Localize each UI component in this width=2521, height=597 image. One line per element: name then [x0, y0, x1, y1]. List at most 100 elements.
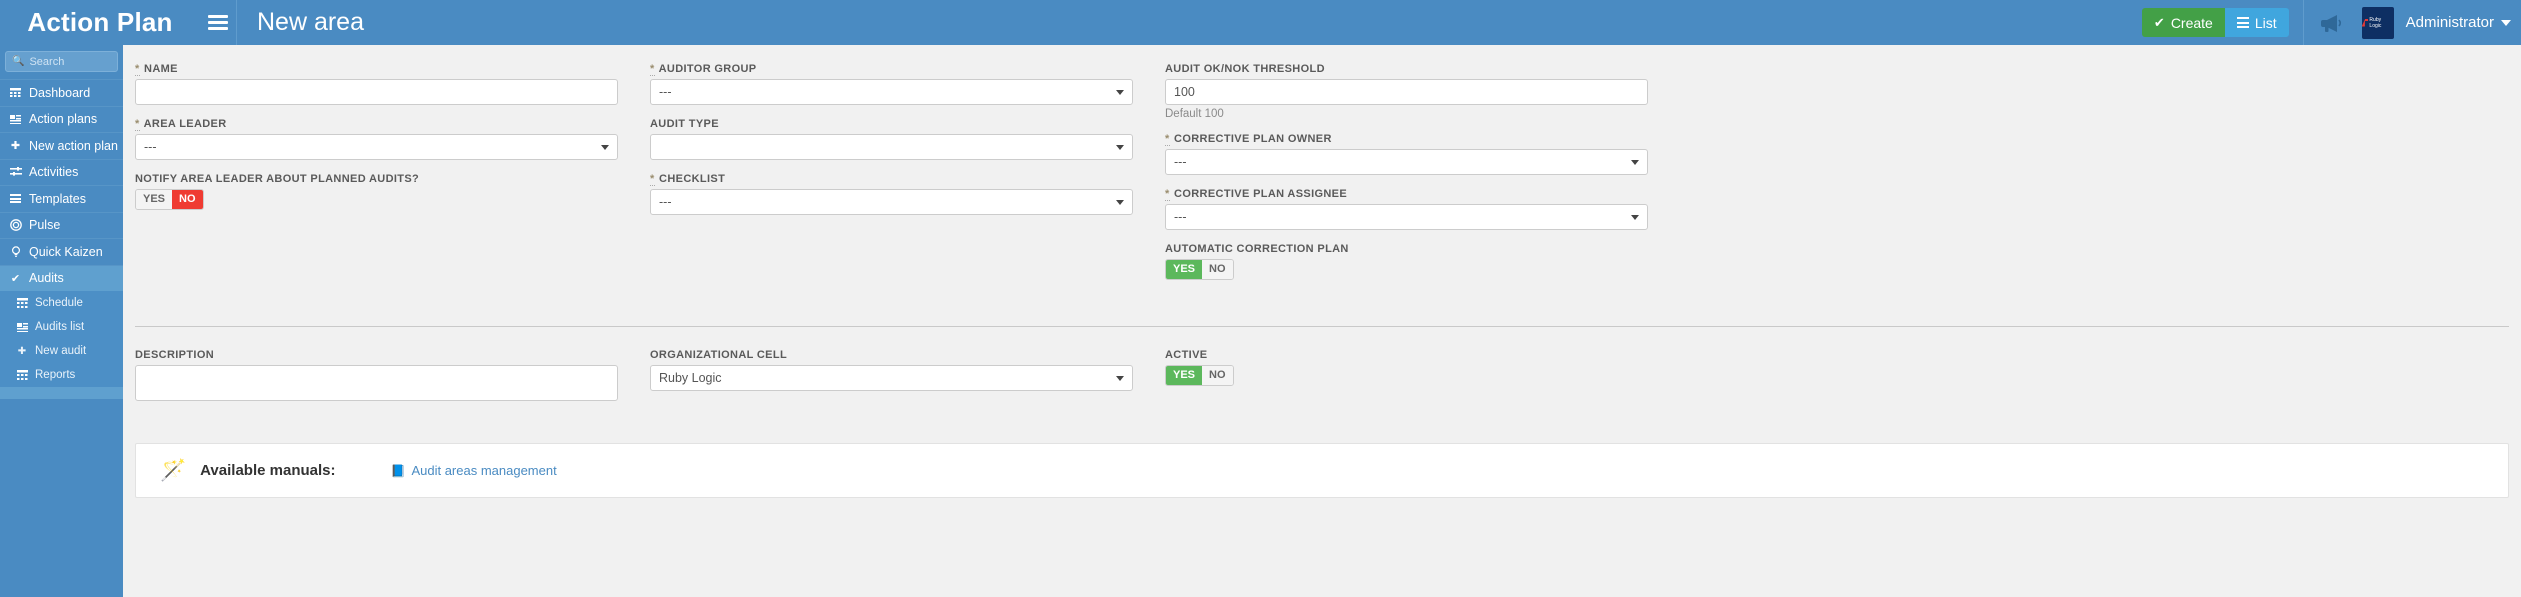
form-column-1-bottom: DESCRIPTION: [135, 349, 618, 419]
notify-toggle[interactable]: YES NO: [135, 189, 204, 210]
form-columns-bottom: DESCRIPTION ORGANIZATIONAL CELL Ruby Log…: [135, 349, 1648, 419]
checklist-label: * CHECKLIST: [650, 173, 1133, 186]
notify-no-option[interactable]: NO: [172, 190, 203, 209]
corrective-plan-assignee-value: ---: [1174, 210, 1187, 224]
sidebar-subitem-reports[interactable]: Reports: [0, 363, 123, 387]
list-card-icon: [9, 114, 22, 124]
description-label: DESCRIPTION: [135, 349, 215, 361]
area-leader-select[interactable]: ---: [135, 134, 618, 160]
sidebar-item-pulse[interactable]: Pulse: [0, 211, 123, 239]
search-box[interactable]: 🔍: [5, 51, 118, 72]
sidebar-subitem-label: New audit: [35, 345, 87, 357]
audit-type-select[interactable]: [650, 134, 1133, 160]
sidebar-item-templates[interactable]: Templates: [0, 185, 123, 212]
book-icon: 📘: [390, 463, 406, 478]
corrective-plan-owner-value: ---: [1174, 155, 1187, 169]
threshold-input[interactable]: [1165, 79, 1648, 105]
organizational-cell-select[interactable]: Ruby Logic: [650, 365, 1133, 391]
calendar-icon: [16, 298, 28, 308]
sidebar-item-label: Audits: [29, 271, 64, 286]
active-no-option[interactable]: NO: [1202, 366, 1233, 385]
auditor-group-select[interactable]: ---: [650, 79, 1133, 105]
sidebar-item-label: Activities: [29, 165, 79, 180]
acp-no-option[interactable]: NO: [1202, 260, 1233, 279]
sidebar-subitem-schedule[interactable]: Schedule: [0, 291, 123, 315]
hamburger-icon[interactable]: [200, 0, 236, 45]
manual-link-audit-areas-management[interactable]: 📘 Audit areas management: [391, 463, 557, 478]
field-threshold: AUDIT OK/NOK THRESHOLD Default 100: [1165, 63, 1648, 120]
sidebar: 🔍 Dashboard Action plans ✚ New action pl…: [0, 45, 123, 597]
calendar-icon: [9, 87, 22, 98]
form-column-3: AUDIT OK/NOK THRESHOLD Default 100 * COR…: [1165, 63, 1648, 293]
create-button[interactable]: ✔ Create: [2141, 8, 2225, 37]
plus-icon: ✚: [10, 140, 21, 153]
corrective-plan-assignee-select[interactable]: ---: [1165, 204, 1648, 230]
sidebar-item-dashboard[interactable]: Dashboard: [0, 79, 123, 106]
required-marker: *: [1165, 133, 1170, 146]
audit-type-label: AUDIT TYPE: [650, 118, 719, 130]
form-columns-top: * NAME * AREA LEADER --- NOTIFY AREA LEA…: [135, 63, 2509, 293]
list-button[interactable]: List: [2224, 8, 2289, 37]
sidebar-item-action-plans[interactable]: Action plans: [0, 105, 123, 133]
form-column-3-bottom: ACTIVE YES NO: [1165, 349, 1648, 419]
active-yes-option[interactable]: YES: [1166, 366, 1203, 385]
field-description: DESCRIPTION: [135, 349, 618, 406]
magic-wand-icon: 🪄: [160, 459, 187, 482]
auditor-group-label: * AUDITOR GROUP: [650, 63, 1133, 76]
field-corrective-plan-assignee: * CORRECTIVE PLAN ASSIGNEE ---: [1165, 188, 1648, 230]
field-checklist: * CHECKLIST ---: [650, 173, 1133, 215]
sidebar-tail: [0, 387, 123, 399]
main-content: * NAME * AREA LEADER --- NOTIFY AREA LEA…: [123, 45, 2521, 597]
sidebar-subitem-new-audit[interactable]: ✚ New audit: [0, 339, 123, 363]
threshold-help-text: Default 100: [1165, 108, 1224, 120]
notify-label: NOTIFY AREA LEADER ABOUT PLANNED AUDITS?: [135, 173, 420, 185]
sidebar-item-new-action-plan[interactable]: ✚ New action plan: [0, 132, 123, 159]
checklist-select[interactable]: ---: [650, 189, 1133, 215]
grid-icon: [16, 370, 28, 380]
search-input[interactable]: [29, 55, 111, 68]
threshold-label: AUDIT OK/NOK THRESHOLD: [1165, 63, 1325, 75]
megaphone-icon[interactable]: [2318, 10, 2344, 36]
active-toggle[interactable]: YES NO: [1165, 365, 1234, 386]
field-audit-type: AUDIT TYPE: [650, 118, 1133, 160]
sidebar-subitem-label: Audits list: [35, 321, 85, 333]
sidebar-subitem-label: Reports: [35, 369, 76, 381]
automatic-correction-plan-toggle[interactable]: YES NO: [1165, 259, 1234, 280]
corrective-plan-assignee-label: * CORRECTIVE PLAN ASSIGNEE: [1165, 188, 1648, 201]
sidebar-item-label: New action plan: [29, 138, 118, 153]
name-input[interactable]: [135, 79, 618, 105]
bars-icon: [9, 194, 22, 204]
acp-yes-option[interactable]: YES: [1166, 260, 1203, 279]
app-brand: Action Plan: [27, 7, 173, 37]
user-menu-label: Administrator: [2405, 14, 2494, 31]
field-auditor-group: * AUDITOR GROUP ---: [650, 63, 1133, 105]
top-bar: Action Plan New area ✔ Create List Ruby …: [0, 0, 2521, 45]
notify-yes-option[interactable]: YES: [136, 190, 173, 209]
sidebar-item-audits[interactable]: ✔ Audits: [0, 264, 123, 291]
sidebar-item-quick-kaizen[interactable]: Quick Kaizen: [0, 238, 123, 265]
auditor-group-label-text: AUDITOR GROUP: [658, 63, 757, 75]
avatar-logo-text: Ruby Logic: [2362, 17, 2394, 29]
field-area-leader: * AREA LEADER ---: [135, 118, 618, 160]
sidebar-item-label: Dashboard: [29, 85, 91, 100]
active-label: ACTIVE: [1165, 349, 1208, 361]
section-divider: [135, 326, 2509, 327]
chevron-down-icon: [1116, 90, 1124, 95]
chevron-down-icon: [601, 145, 609, 150]
description-textarea[interactable]: [135, 365, 618, 401]
required-marker: *: [650, 63, 655, 76]
field-name: * NAME: [135, 63, 618, 105]
sidebar-subitem-audits-list[interactable]: Audits list: [0, 315, 123, 339]
avatar[interactable]: Ruby Logic: [2361, 6, 2394, 39]
check-icon: ✔: [10, 272, 21, 285]
corrective-plan-owner-select[interactable]: ---: [1165, 149, 1648, 175]
checklist-value: ---: [659, 195, 672, 209]
sidebar-item-activities[interactable]: Activities: [0, 158, 123, 186]
create-button-label: Create: [2170, 14, 2213, 31]
chevron-down-icon: [1631, 215, 1639, 220]
required-marker: *: [650, 173, 655, 186]
user-menu[interactable]: Administrator: [2406, 14, 2521, 31]
list-lines-icon: [2236, 15, 2249, 31]
topbar-divider-2: [2302, 0, 2304, 45]
search-icon: 🔍: [12, 56, 25, 67]
